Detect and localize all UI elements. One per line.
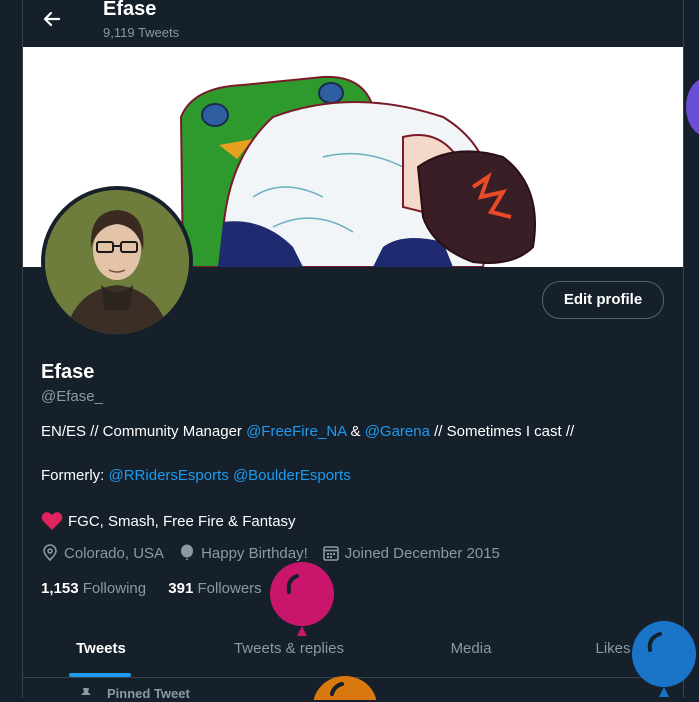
- birthday-text: Happy Birthday!: [201, 544, 308, 562]
- profile-column: Efase 9,119 Tweets Edit profile Efase @E…: [22, 0, 684, 698]
- birthday-item: Happy Birthday!: [178, 544, 308, 562]
- balloon-magenta-icon: [270, 562, 334, 636]
- following-count: 1,153: [41, 580, 79, 597]
- balloon-blue-icon: [632, 621, 696, 697]
- back-arrow-icon: [43, 11, 61, 27]
- location-item: Colorado, USA: [41, 544, 164, 562]
- joined-item: Joined December 2015: [322, 544, 500, 562]
- bio-line-1: EN/ES // Community Manager @FreeFire_NA …: [41, 423, 574, 440]
- header-title: Efase: [103, 0, 157, 20]
- following-label: Following: [82, 580, 147, 597]
- avatar-image: [45, 190, 189, 334]
- header-tweet-count: 9,119 Tweets: [103, 25, 180, 40]
- mention-link-freefire[interactable]: @FreeFire_NA: [246, 423, 346, 440]
- mention-link-boulder[interactable]: @BoulderEsports: [233, 467, 351, 484]
- profile-tabs: Tweets Tweets & replies Media Likes: [23, 620, 683, 678]
- mention-link-garena[interactable]: @Garena: [365, 423, 430, 440]
- location-text: Colorado, USA: [64, 544, 165, 562]
- profile-handle: @Efase_: [41, 388, 103, 405]
- followers-link[interactable]: 391 Followers: [168, 580, 261, 597]
- bio-text: EN/ES // Community Manager: [41, 423, 247, 440]
- following-link[interactable]: 1,153 Following: [41, 580, 146, 597]
- profile-avatar[interactable]: [41, 186, 193, 338]
- bio-line-2: Formerly: @RRidersEsports @BoulderEsport…: [41, 467, 351, 484]
- heart-icon: [41, 512, 63, 530]
- location-icon: [43, 544, 57, 562]
- bio-text: Formerly:: [41, 467, 109, 484]
- bio-text: &: [346, 423, 365, 440]
- active-tab-indicator: [69, 673, 131, 677]
- bio-text: // Sometimes I cast //: [429, 423, 575, 440]
- follow-stats: 1,153 Following 391 Followers: [41, 580, 280, 597]
- mention-link-rriders[interactable]: @RRidersEsports: [109, 467, 229, 484]
- tab-tweets[interactable]: Tweets: [23, 620, 179, 677]
- profile-display-name: Efase: [41, 361, 95, 383]
- followers-label: Followers: [197, 580, 262, 597]
- back-button[interactable]: [37, 4, 67, 34]
- pin-icon: [81, 688, 91, 695]
- followers-count: 391: [168, 580, 194, 597]
- profile-meta: Colorado, USA Happy Birthday! Joined Dec…: [41, 544, 514, 562]
- calendar-icon: [322, 546, 339, 561]
- edit-profile-button[interactable]: Edit profile: [542, 281, 664, 319]
- bio-text: FGC, Smash, Free Fire & Fantasy: [68, 512, 296, 530]
- profile-header: Efase 9,119 Tweets: [23, 0, 683, 47]
- joined-text: Joined December 2015: [344, 544, 500, 562]
- bio-line-3: FGC, Smash, Free Fire & Fantasy: [41, 511, 296, 531]
- balloon-icon: [181, 544, 194, 560]
- balloon-orange-icon: [313, 676, 377, 700]
- tab-media[interactable]: Media: [399, 620, 543, 677]
- pinned-tweet-label: Pinned Tweet: [107, 686, 190, 698]
- side-decoration: [686, 78, 699, 136]
